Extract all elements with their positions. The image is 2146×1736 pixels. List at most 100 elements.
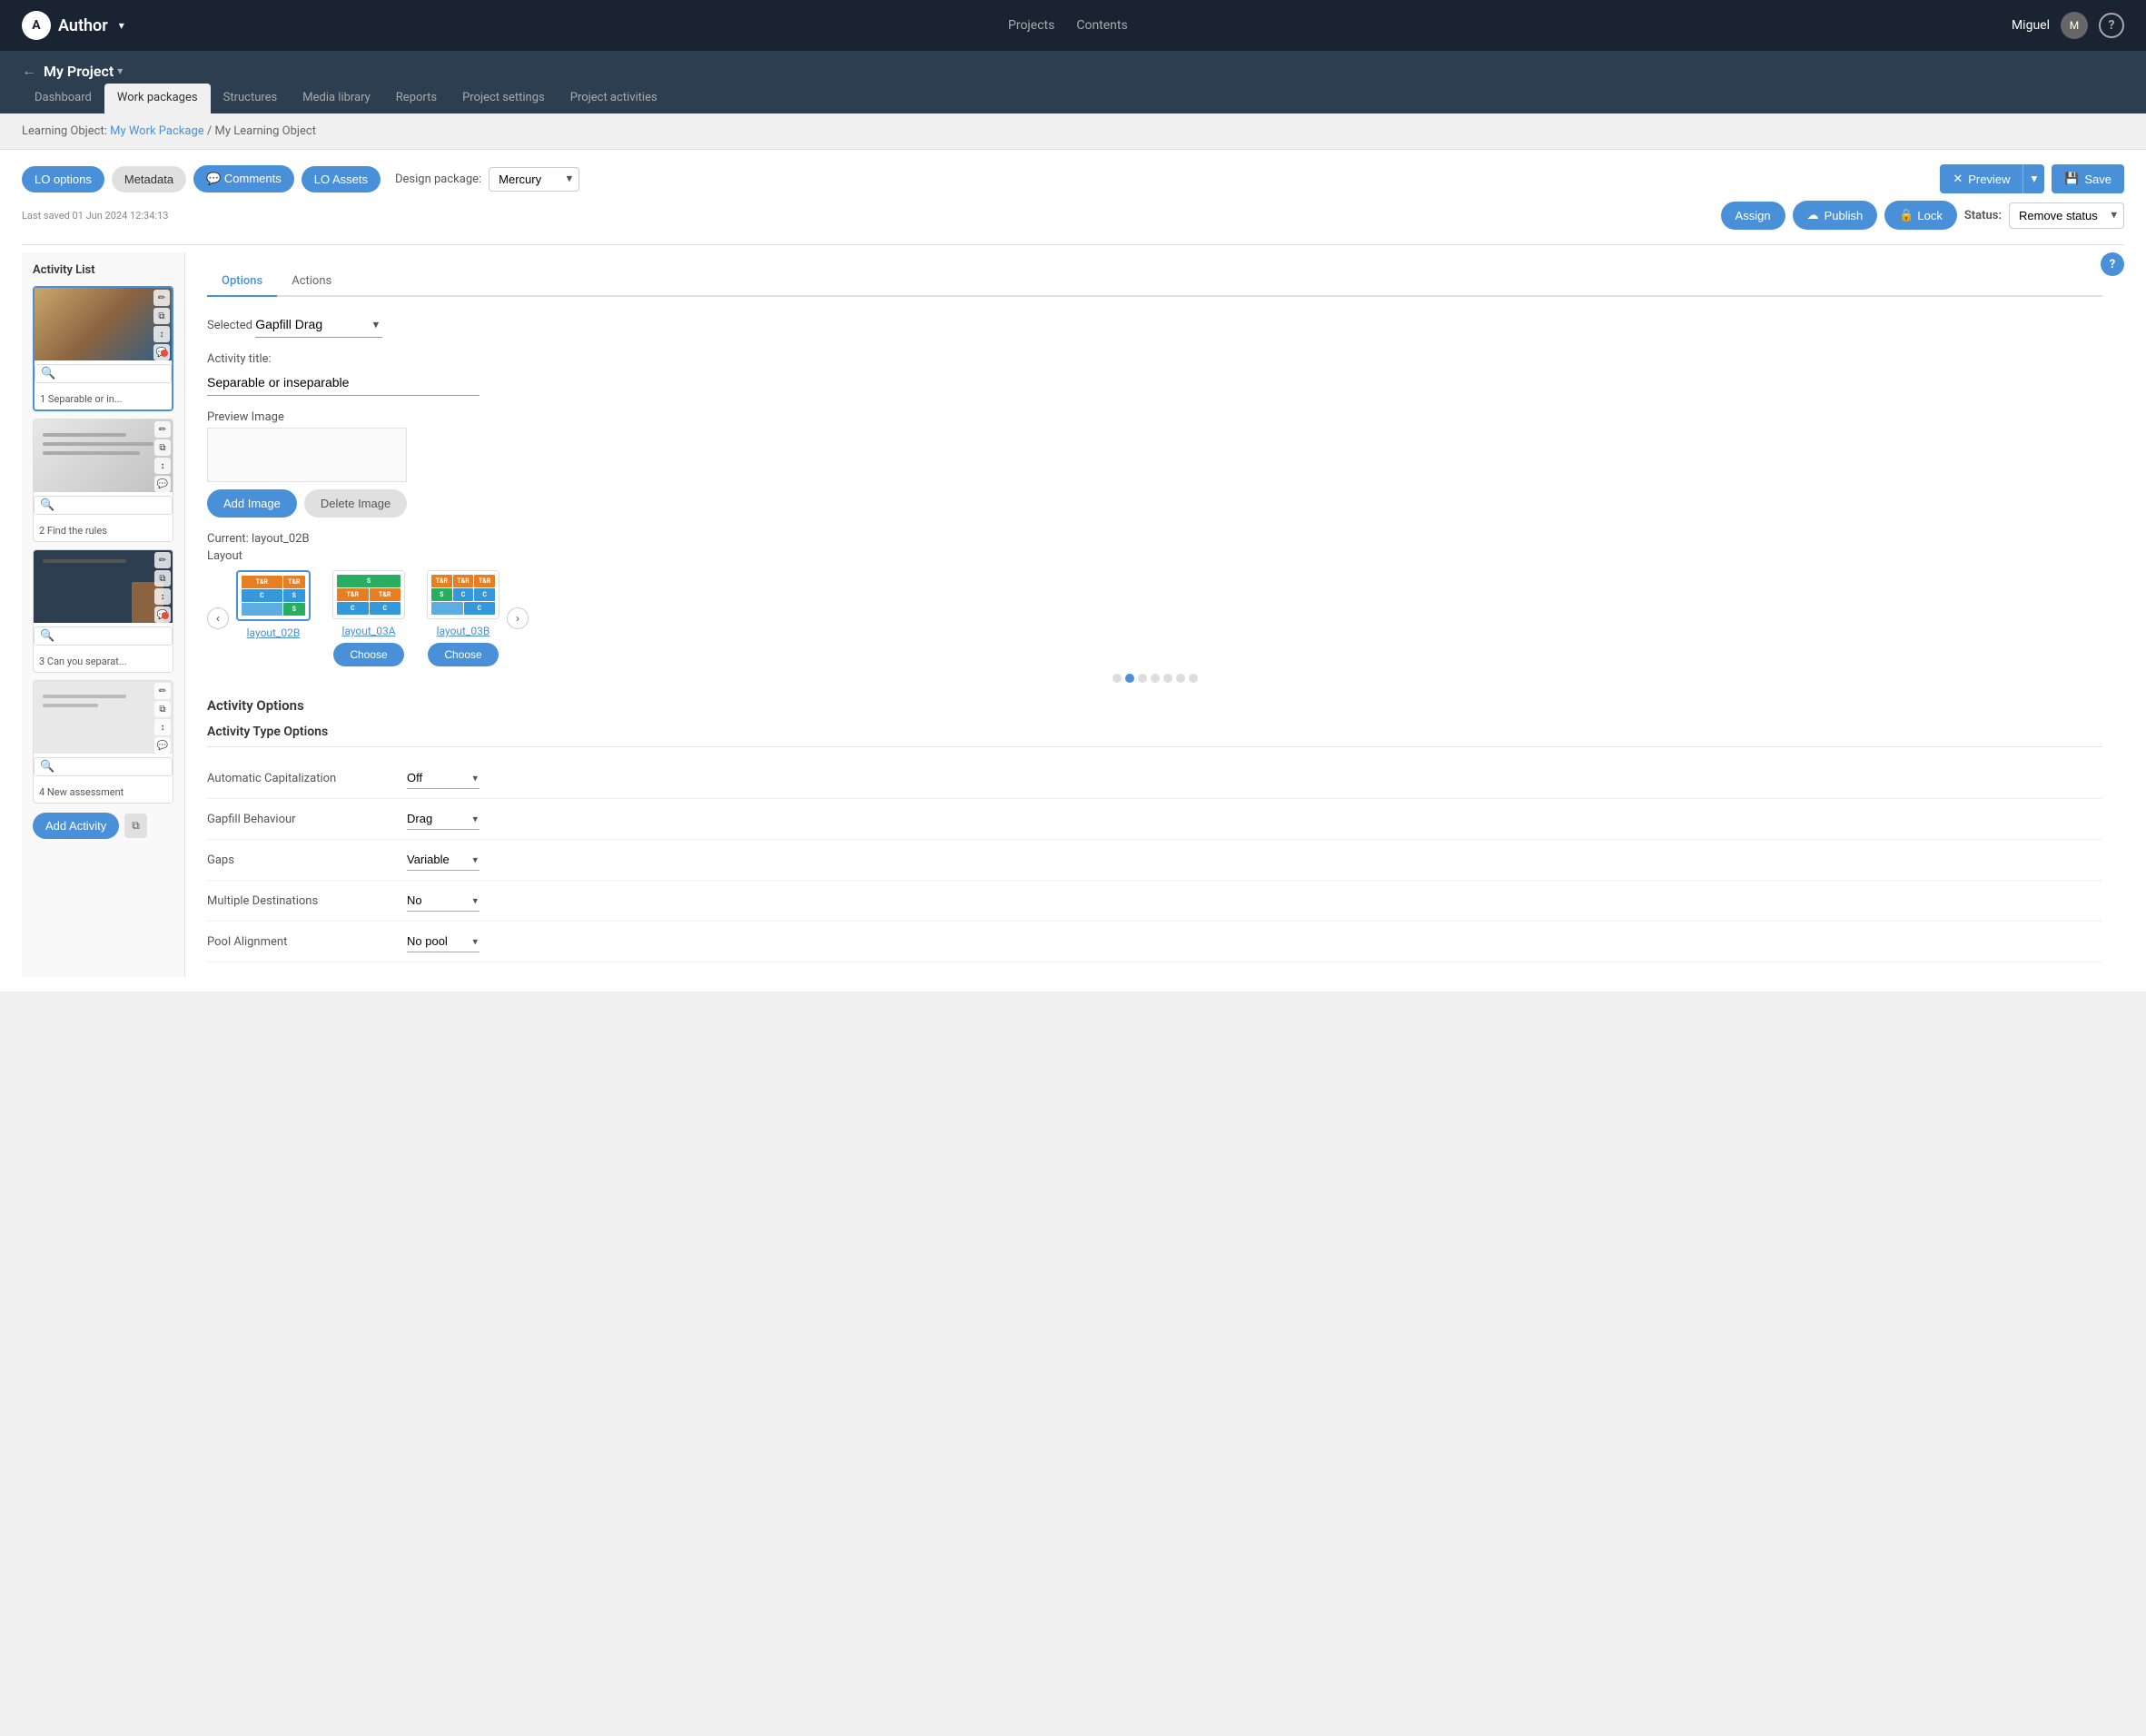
lo-assets-button[interactable]: LO Assets (302, 166, 381, 192)
layout-carousel: ‹ T&R T&R C S (207, 570, 2102, 666)
comment-icon-4[interactable]: 💬 (154, 737, 171, 754)
app-title: Author (58, 16, 108, 35)
activity-footer-4: 4 New assessment (34, 782, 173, 803)
preview-dropdown-button[interactable]: ▾ (2022, 164, 2044, 193)
comment-icon-2[interactable]: 💬 (154, 476, 171, 492)
search-input-3[interactable] (54, 630, 166, 643)
copy-activity-button[interactable]: ⧉ (124, 814, 147, 838)
save-button[interactable]: 💾 Save (2052, 164, 2124, 193)
project-tabs: Dashboard Work packages Structures Media… (22, 84, 2124, 113)
selected-select[interactable]: Gapfill Drag Gapfill Type (255, 311, 382, 338)
copy-icon-2[interactable]: ⧉ (154, 439, 171, 456)
assign-button[interactable]: Assign (1721, 202, 1785, 230)
option-label-auto-cap: Automatic Capitalization (207, 772, 407, 785)
lock-button[interactable]: 🔒 Lock (1884, 201, 1957, 230)
user-name: Miguel (2012, 18, 2050, 33)
comments-button[interactable]: 💬 Comments (193, 165, 294, 192)
layout-02b-link[interactable]: layout_02B (247, 626, 301, 639)
action-bar: Last saved 01 Jun 2024 12:34:13 Assign ☁… (22, 193, 2124, 237)
dot-3[interactable] (1151, 674, 1160, 683)
search-input-4[interactable] (54, 761, 166, 774)
activity-search-1: 🔍 (35, 364, 172, 383)
move-icon-2[interactable]: ↕ (154, 458, 171, 474)
activity-thumb-1: ✏ ⧉ ↕ 💬 (35, 288, 172, 360)
image-button-row: Add Image Delete Image (207, 489, 2102, 518)
move-icon-4[interactable]: ↕ (154, 719, 171, 735)
design-package-select[interactable]: Mercury Apollo (489, 167, 579, 192)
preview-image-field-row: Preview Image Add Image Delete Image (207, 410, 2102, 518)
tab-project-settings[interactable]: Project settings (450, 84, 558, 113)
dot-1[interactable] (1125, 674, 1134, 683)
edit-icon-3[interactable]: ✏ (154, 552, 171, 568)
activity-search-2: 🔍 (34, 496, 173, 515)
tab-dashboard[interactable]: Dashboard (22, 84, 104, 113)
dot-0[interactable] (1113, 674, 1122, 683)
tab-reports[interactable]: Reports (383, 84, 450, 113)
edit-icon-4[interactable]: ✏ (154, 683, 171, 699)
option-value-gaps: Variable Fixed (407, 849, 480, 871)
help-button[interactable]: ? (2099, 13, 2124, 38)
dot-4[interactable] (1163, 674, 1172, 683)
breadcrumb-work-package-link[interactable]: My Work Package (110, 124, 204, 138)
list-item[interactable]: ✏ ⧉ ↕ 💬 🔍 1 Separable or in... (33, 286, 173, 411)
move-icon-3[interactable]: ↕ (154, 588, 171, 605)
project-dropdown-icon[interactable]: ▾ (117, 64, 123, 77)
add-image-button[interactable]: Add Image (207, 489, 297, 518)
gaps-select[interactable]: Variable Fixed (407, 849, 480, 871)
tab-options[interactable]: Options (207, 267, 277, 297)
search-input-2[interactable] (54, 499, 166, 512)
top-nav-links: Projects Contents (1008, 18, 1128, 33)
main-content: LO options Metadata 💬 Comments LO Assets… (0, 150, 2146, 991)
breadcrumb-prefix: Learning Object: (22, 124, 110, 138)
multiple-dest-select[interactable]: No Yes (407, 890, 480, 912)
layout-03a-row3: C C (337, 602, 401, 615)
tab-project-activities[interactable]: Project activities (558, 84, 670, 113)
gapfill-select[interactable]: Drag Type (407, 808, 480, 830)
tab-media-library[interactable]: Media library (290, 84, 383, 113)
preview-button[interactable]: ✕ Preview (1940, 164, 2022, 193)
activity-title-input[interactable] (207, 370, 480, 396)
search-input-1[interactable] (55, 368, 165, 380)
dot-2[interactable] (1138, 674, 1147, 683)
add-activity-bar: Add Activity ⧉ (33, 813, 173, 839)
list-item[interactable]: ✏ ⧉ ↕ 💬 🔍 3 Can you separat... (33, 549, 173, 673)
delete-image-button[interactable]: Delete Image (304, 489, 407, 518)
edit-icon-2[interactable]: ✏ (154, 421, 171, 438)
list-item[interactable]: ✏ ⧉ ↕ 💬 🔍 4 New assessment (33, 680, 173, 804)
metadata-button[interactable]: Metadata (112, 166, 186, 192)
copy-icon-4[interactable]: ⧉ (154, 701, 171, 717)
lock-icon: 🔒 (1899, 208, 1914, 222)
activity-search-3: 🔍 (34, 626, 173, 646)
user-avatar[interactable]: M (2061, 12, 2088, 39)
publish-icon: ☁ (1807, 208, 1819, 222)
layout-03a-choose-button[interactable]: Choose (333, 643, 403, 666)
edit-icon-1[interactable]: ✏ (153, 290, 170, 306)
move-icon-1[interactable]: ↕ (153, 326, 170, 342)
help-circle-button[interactable]: ? (2101, 252, 2124, 276)
copy-icon-1[interactable]: ⧉ (153, 308, 170, 324)
list-item[interactable]: ✏ ⧉ ↕ 💬 🔍 2 Find the rules (33, 419, 173, 542)
add-activity-button[interactable]: Add Activity (33, 813, 119, 839)
tab-actions[interactable]: Actions (277, 267, 346, 297)
layout-03a-link[interactable]: layout_03A (341, 625, 395, 637)
app-title-dropdown-icon[interactable]: ▾ (119, 19, 124, 32)
back-arrow-icon[interactable]: ← (22, 62, 36, 80)
nav-projects[interactable]: Projects (1008, 18, 1054, 33)
carousel-prev-button[interactable]: ‹ (207, 607, 229, 629)
pool-alignment-select[interactable]: No pool Left Right Bottom (407, 931, 480, 952)
option-row-pool-alignment: Pool Alignment No pool Left Right Bottom (207, 922, 2102, 962)
layout-03b-link[interactable]: layout_03B (437, 625, 490, 637)
carousel-next-button[interactable]: › (507, 607, 529, 629)
copy-icon-3[interactable]: ⧉ (154, 570, 171, 587)
status-select[interactable]: Remove status Draft Review Published (2009, 202, 2124, 229)
dot-5[interactable] (1176, 674, 1185, 683)
tab-structures[interactable]: Structures (211, 84, 291, 113)
dot-6[interactable] (1189, 674, 1198, 683)
auto-cap-wrapper: Off On (407, 767, 480, 789)
layout-03b-choose-button[interactable]: Choose (428, 643, 498, 666)
tab-work-packages[interactable]: Work packages (104, 84, 211, 113)
nav-contents[interactable]: Contents (1076, 18, 1127, 33)
publish-button[interactable]: ☁ Publish (1793, 201, 1878, 230)
lo-options-button[interactable]: LO options (22, 166, 104, 192)
auto-cap-select[interactable]: Off On (407, 767, 480, 789)
